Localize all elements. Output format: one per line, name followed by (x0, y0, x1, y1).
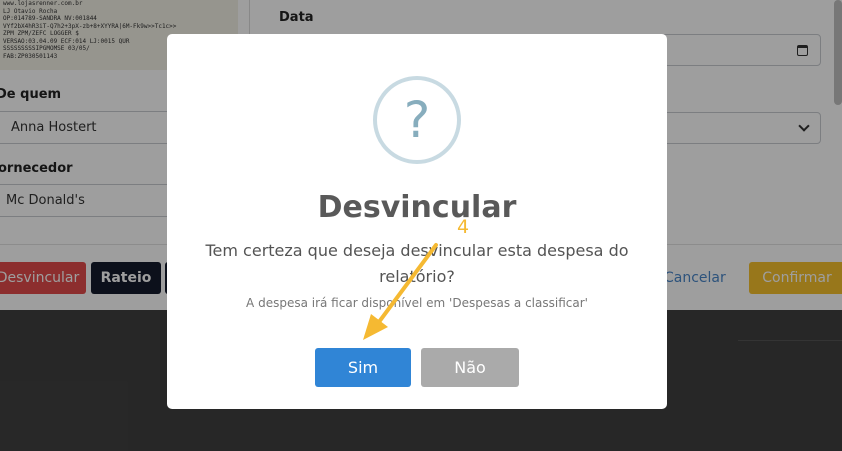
dialog-subtext: A despesa irá ficar disponível em 'Despe… (246, 296, 588, 310)
confirm-dialog: ? Desvincular Tem certeza que deseja des… (167, 34, 667, 409)
annotation-step-number: 4 (457, 216, 470, 238)
question-glyph: ? (403, 91, 431, 149)
yes-button[interactable]: Sim (315, 348, 411, 387)
dialog-message: Tem certeza que deseja desvincular esta … (205, 241, 629, 286)
no-button[interactable]: Não (421, 348, 519, 387)
question-icon: ? (373, 76, 461, 164)
dialog-title: Desvincular (317, 190, 517, 225)
